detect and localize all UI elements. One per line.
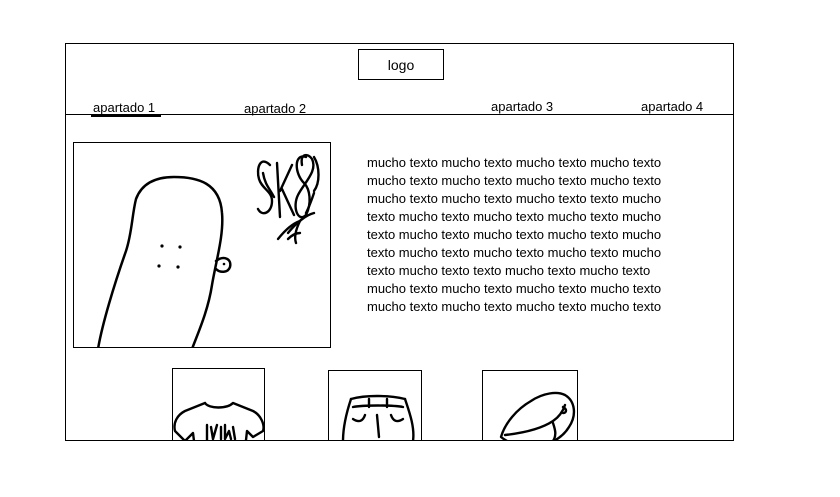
pants-icon xyxy=(341,394,415,440)
skateboard-sketch-icon xyxy=(97,153,320,347)
body-text: mucho texto mucho texto mucho texto much… xyxy=(367,155,662,314)
product-thumb-tshirt[interactable] xyxy=(172,368,265,440)
wireframe-page: logo apartado 1 apartado 2 apartado 3 ap… xyxy=(65,43,734,441)
logo-label: logo xyxy=(387,56,415,73)
tshirt-icon xyxy=(173,401,264,440)
cap-icon xyxy=(499,391,576,440)
product-thumb-cap[interactable] xyxy=(482,370,578,440)
nav-item-apartado-4[interactable]: apartado 4 xyxy=(641,99,703,115)
nav-active-underline xyxy=(91,115,161,117)
hero-image xyxy=(73,142,331,348)
header-divider xyxy=(66,114,733,115)
logo[interactable]: logo xyxy=(358,49,444,80)
product-thumb-pants[interactable] xyxy=(328,370,422,440)
nav-item-apartado-3[interactable]: apartado 3 xyxy=(491,99,553,115)
